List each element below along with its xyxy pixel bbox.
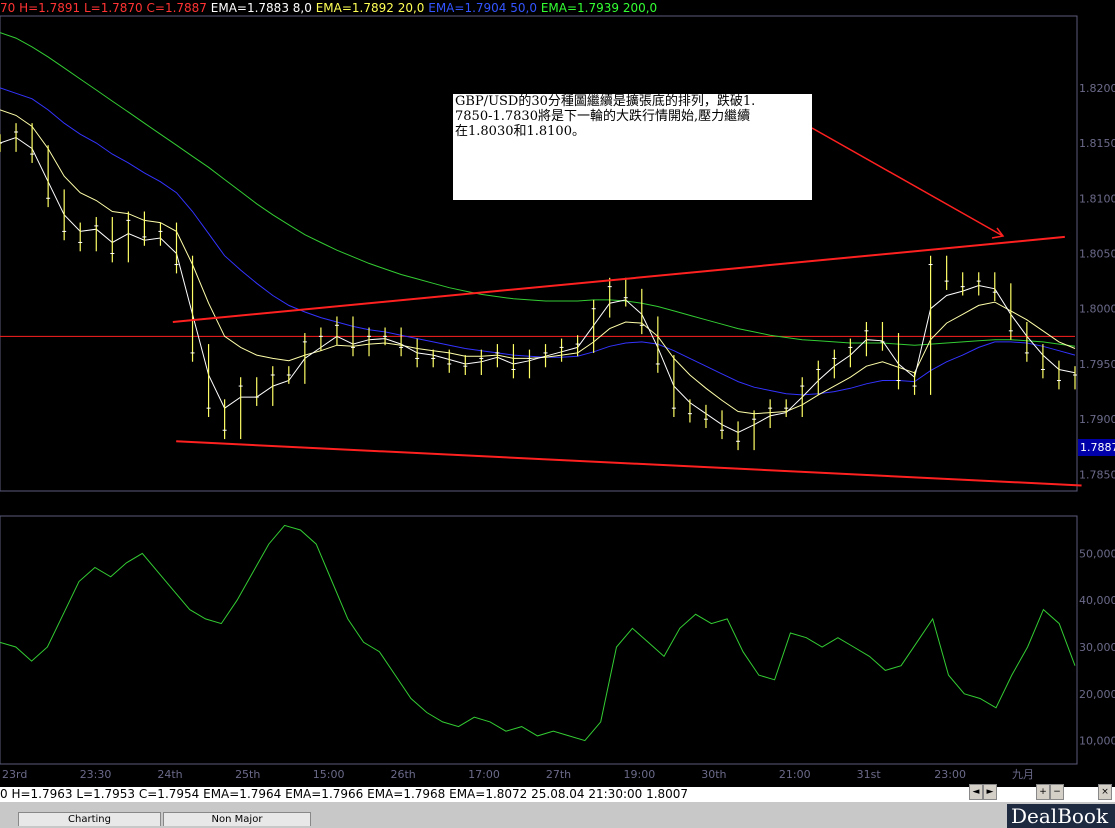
price-axis-label: 1.8150 [1079, 137, 1115, 150]
current-price-tag: 1.7887 [1078, 439, 1115, 456]
price-axis-label: 1.8100 [1079, 192, 1115, 205]
time-axis-label: 17:00 [468, 768, 500, 781]
time-axis-label: 九月 [1012, 768, 1034, 781]
close-chart-button[interactable]: × [1098, 784, 1112, 800]
time-axis-label: 23:00 [934, 768, 966, 781]
time-axis-label: 25th [235, 768, 260, 781]
lower-trendline [176, 440, 1082, 487]
ema-50-readout: EMA=1.7904 50,0 [428, 1, 537, 15]
time-axis-label: 26th [390, 768, 415, 781]
ema-20-readout: EMA=1.7892 20,0 [315, 1, 425, 15]
osc-panel-frame [0, 515, 1078, 765]
chart-header: 70 H=1.7891 L=1.7870 C=1.7887 EMA=1.7883… [0, 0, 1115, 16]
dealbook-logo: DealBook [1007, 804, 1115, 828]
time-axis-label: 30th [701, 768, 726, 781]
price-axis-label: 1.7950 [1079, 358, 1115, 371]
tab-charting[interactable]: Charting [18, 812, 161, 826]
ema-200-readout: EMA=1.7939 200,0 [540, 1, 658, 15]
price-axis-label: 1.7850 [1079, 468, 1115, 481]
scroll-right-button[interactable]: ► [983, 784, 997, 800]
osc-axis-label: 50,000 [1079, 547, 1115, 560]
osc-axis-label: 10,000 [1079, 735, 1115, 748]
analysis-note: GBP/USD的30分種圖繼續是擴張底的排列，跌破1. 7850-1.7830將… [453, 94, 812, 200]
price-axis-label: 1.8200 [1079, 82, 1115, 95]
annotation-arrow [811, 127, 1004, 237]
price-axis-label: 1.8050 [1079, 248, 1115, 261]
price-axis-label: 1.7900 [1079, 413, 1115, 426]
price-panel-frame [0, 15, 1078, 492]
zoom-out-button[interactable]: − [1050, 784, 1064, 800]
price-axis-label: 1.8000 [1079, 303, 1115, 316]
osc-axis-label: 20,000 [1079, 688, 1115, 701]
status-bar: 0 H=1.7963 L=1.7953 C=1.7954 EMA=1.7964 … [0, 787, 1115, 802]
tab-non-major[interactable]: Non Major [163, 812, 311, 826]
time-axis-label: 23:30 [80, 768, 112, 781]
scroll-left-button[interactable]: ◄ [969, 784, 983, 800]
osc-axis-label: 40,000 [1079, 594, 1115, 607]
time-axis-label: 19:00 [624, 768, 656, 781]
oscillator-line [0, 524, 1076, 742]
time-axis-label: 27th [546, 768, 571, 781]
ohlc-readout: 70 H=1.7891 L=1.7870 C=1.7887 [0, 1, 207, 15]
time-axis-label: 21:00 [779, 768, 811, 781]
time-axis-label: 24th [157, 768, 182, 781]
zoom-in-button[interactable]: + [1036, 784, 1050, 800]
osc-axis-label: 30,000 [1079, 641, 1115, 654]
time-axis-label: 23rd [2, 768, 27, 781]
time-axis-label: 31st [857, 768, 882, 781]
time-axis-label: 15:00 [313, 768, 345, 781]
ema-8-readout: EMA=1.7883 8,0 [210, 1, 312, 15]
